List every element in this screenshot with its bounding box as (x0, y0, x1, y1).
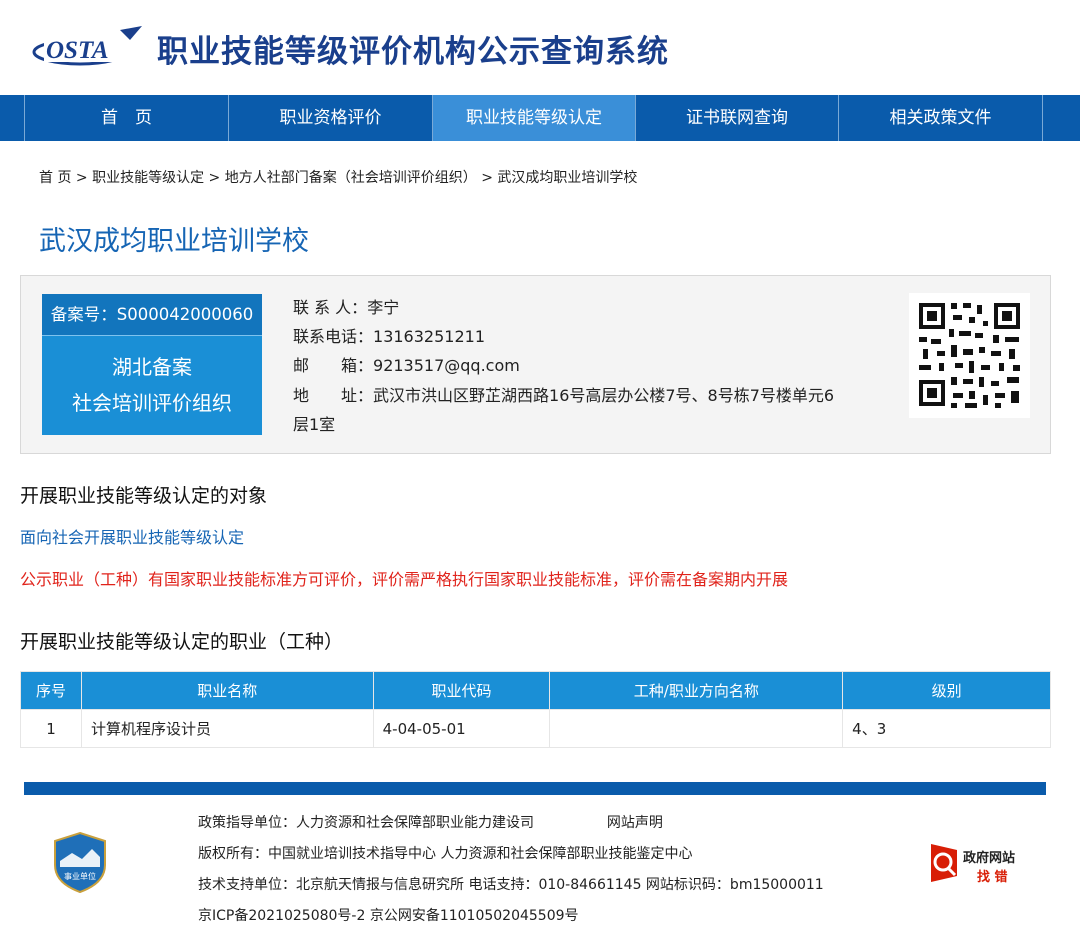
cell-job-direction (549, 709, 844, 748)
phone-row: 联系电话：13163251211 (293, 323, 485, 347)
logo-text: OSTA (46, 37, 109, 64)
cell-level: 4、3 (842, 709, 1051, 748)
record-badge: 备案号：S000042000060 湖北备案 社会培训评价组织 (42, 294, 262, 435)
osta-logo[interactable]: OSTA (30, 24, 145, 72)
address-label: 地 址： (293, 386, 374, 405)
breadcrumb-separator: > (481, 170, 498, 186)
address-row: 地 址：武汉市洪山区野芷湖西路16号高层办公楼7号、8号栋7号楼单元6 (293, 382, 834, 406)
emblem-text: 事业单位 (64, 871, 96, 881)
nav-skill-level-certification[interactable]: 职业技能等级认定 (432, 95, 635, 141)
occupation-table: 序号 职业名称 职业代码 工种/职业方向名称 级别 1 计算机程序设计员 4-0… (20, 671, 1051, 748)
notice-text: 公示职业（工种）有国家职业技能标准方可评价，评价需严格执行国家职业技能标准，评价… (20, 570, 789, 589)
nav-certificate-query[interactable]: 证书联网查询 (635, 95, 838, 141)
badge-org-type: 社会培训评价组织 (72, 391, 232, 415)
email-row: 邮 箱：9213517@qq.com (293, 352, 520, 376)
email-value: 9213517@qq.com (373, 356, 520, 375)
footer-tech-support: 技术支持单位：北京航天情报与信息研究所 电话支持：010-84661145 网站… (198, 877, 824, 893)
public-institution-emblem[interactable]: 事业单位 (52, 831, 108, 894)
org-title: 武汉成均职业培训学校 (39, 226, 309, 257)
nav-end-divider (1042, 95, 1080, 141)
address-value: 武汉市洪山区野芷湖西路16号高层办公楼7号、8号栋7号楼单元6 (373, 386, 835, 405)
contact-person-label: 联 系 人： (293, 298, 368, 317)
breadcrumb-local-record[interactable]: 地方人社部门备案（社会培训评价组织） (225, 170, 477, 186)
footer-icp[interactable]: 京ICP备2021025080号-2 京公网安备11010502045509号 (198, 905, 579, 925)
contact-person-row: 联 系 人：李宁 (293, 294, 399, 318)
breadcrumb: 首 页 > 职业技能等级认定 > 地方人社部门备案（社会培训评价组织） > 武汉… (39, 167, 637, 187)
site-header: OSTA 职业技能等级评价机构公示查询系统 (0, 0, 1080, 95)
col-header-index: 序号 (20, 671, 82, 710)
footer-policy-unit: 政策指导单位：人力资源和社会保障部职业能力建设司 (198, 815, 534, 831)
gov-badge-subtitle: 找 错 (977, 870, 1008, 885)
org-info-panel: 备案号：S000042000060 湖北备案 社会培训评价组织 联 系 人：李宁… (20, 275, 1051, 454)
cell-occupation-name: 计算机程序设计员 (80, 709, 374, 748)
email-label: 邮 箱： (293, 356, 374, 375)
badge-province: 湖北备案 (112, 355, 192, 379)
target-text: 面向社会开展职业技能等级认定 (20, 528, 245, 547)
col-header-level: 级别 (842, 671, 1051, 710)
footer-copyright: 版权所有：中国就业培训技术指导中心 人力资源和社会保障部职业技能鉴定中心 (198, 846, 693, 862)
breadcrumb-current: 武汉成均职业培训学校 (497, 170, 638, 186)
nav-policy-documents[interactable]: 相关政策文件 (838, 95, 1042, 141)
table-row: 1 计算机程序设计员 4-04-05-01 4、3 (20, 709, 1051, 748)
phone-label: 联系电话： (293, 327, 374, 346)
gov-badge-title: 政府网站 (963, 851, 1016, 866)
record-number: 备案号：S000042000060 (42, 294, 262, 336)
col-header-job-direction: 工种/职业方向名称 (549, 671, 844, 710)
contact-person-value: 李宁 (367, 298, 400, 317)
cell-occupation-code: 4-04-05-01 (372, 709, 551, 748)
site-title: 职业技能等级评价机构公示查询系统 (157, 34, 669, 70)
footer-statement-link[interactable]: 网站声明 (607, 815, 663, 831)
breadcrumb-home[interactable]: 首 页 (39, 170, 71, 186)
footer-policy-line: 政策指导单位：人力资源和社会保障部职业能力建设司 网站声明 (198, 812, 663, 832)
target-heading: 开展职业技能等级认定的对象 (20, 485, 268, 507)
qr-code-icon (909, 293, 1030, 418)
nav-home[interactable]: 首 页 (24, 95, 228, 141)
nav-vocational-qualification[interactable]: 职业资格评价 (228, 95, 432, 141)
breadcrumb-separator: > (75, 170, 93, 186)
main-nav: 首 页 职业资格评价 职业技能等级认定 证书联网查询 相关政策文件 (0, 95, 1080, 141)
breadcrumb-skill-certification[interactable]: 职业技能等级认定 (92, 170, 204, 186)
phone-value: 13163251211 (373, 327, 485, 346)
occupation-heading: 开展职业技能等级认定的职业（工种） (20, 631, 344, 653)
cell-index: 1 (20, 709, 82, 748)
table-header-row: 序号 职业名称 职业代码 工种/职业方向名称 级别 (20, 671, 1051, 710)
gov-site-error-report[interactable]: 政府网站 找 错 (927, 838, 1027, 886)
breadcrumb-separator: > (208, 170, 225, 186)
footer-divider-bar (24, 782, 1046, 795)
address-row-continued: 层1室 (293, 415, 336, 434)
magnifier-icon (931, 844, 957, 882)
col-header-occupation-code: 职业代码 (372, 671, 551, 710)
col-header-occupation-name: 职业名称 (80, 671, 374, 710)
